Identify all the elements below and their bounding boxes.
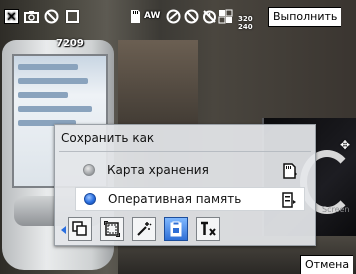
memory-card-icon[interactable] [128, 9, 143, 24]
resolution-width: 320 [238, 15, 253, 23]
option-memory-card-label: Карта хранения [107, 163, 209, 177]
frame-tool-button[interactable] [100, 217, 124, 241]
internal-memory-icon [282, 192, 296, 208]
radio-memory-card[interactable] [83, 164, 95, 176]
no-flash-icon[interactable] [44, 9, 59, 24]
resolution-icon[interactable] [218, 9, 233, 24]
radio-internal-memory[interactable] [84, 193, 96, 205]
close-x-icon[interactable]: ✕ [4, 9, 19, 25]
night-mode-icon[interactable] [166, 9, 181, 24]
cancel-softkey[interactable]: Отмена [300, 255, 354, 274]
option-memory-card[interactable]: Карта хранения [75, 159, 305, 183]
auto-white-balance-icon[interactable]: AW [144, 9, 161, 24]
dialog-divider [59, 151, 311, 152]
settings-tool-button[interactable] [196, 217, 220, 241]
execute-softkey[interactable]: Выполнить [268, 7, 342, 27]
memory-card-icon [283, 163, 297, 179]
camera-icon[interactable] [24, 9, 39, 24]
save-location-tool-button[interactable] [164, 217, 188, 241]
shots-remaining: 7209 [56, 38, 84, 49]
toolbar-scroll-left-icon[interactable] [61, 226, 66, 234]
option-internal-memory[interactable]: Оперативная память [75, 187, 305, 211]
resolution-height: 240 [238, 23, 253, 31]
stop-icon[interactable] [66, 10, 79, 23]
save-as-dialog: Сохранить как Карта хранения Оперативная… [54, 124, 316, 246]
background-object [118, 40, 198, 130]
resolution-label: 320 240 [238, 15, 260, 33]
background-laptop-label: Screen [322, 205, 350, 214]
navigation-icon: ✥ [340, 138, 351, 152]
flash-tool-button[interactable] [132, 217, 156, 241]
no-timer-icon[interactable] [202, 9, 217, 24]
option-internal-memory-label: Оперативная память [108, 192, 242, 206]
no-effect-icon[interactable] [184, 9, 199, 24]
dialog-title: Сохранить как [61, 131, 155, 145]
copy-tool-button[interactable] [68, 217, 92, 241]
